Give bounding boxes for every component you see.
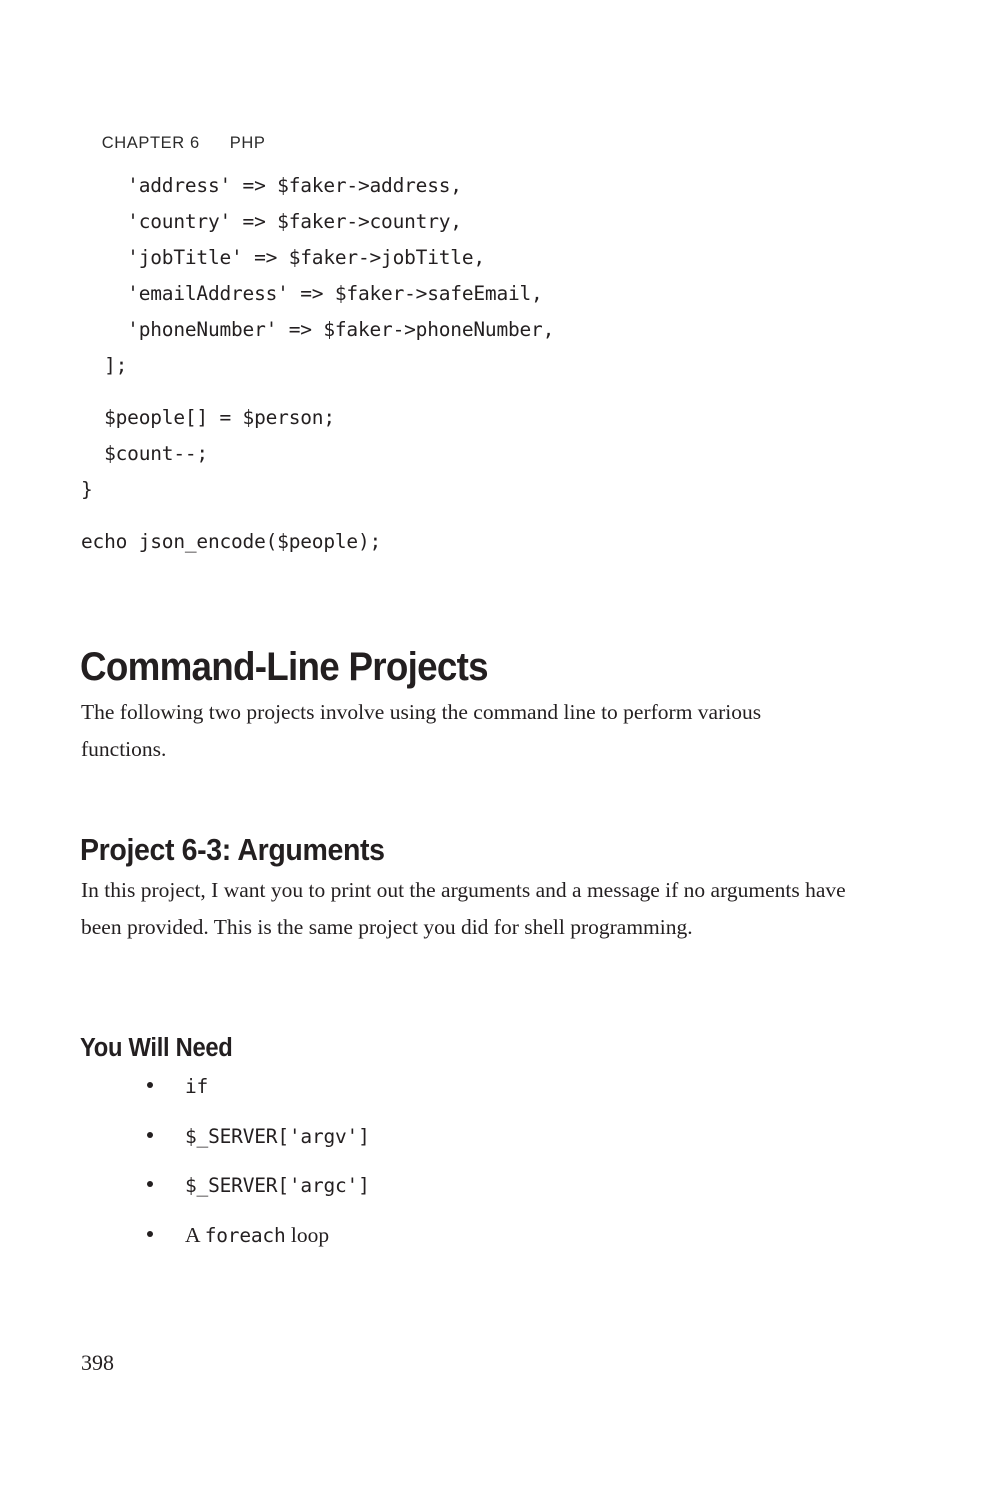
list-item: $_SERVER['argc'] [145,1169,370,1219]
code-line: 'phoneNumber' => $faker->phoneNumber, [81,318,555,341]
list-item-label: $_SERVER['argc'] [185,1169,370,1202]
section-intro-paragraph: The following two projects involve using… [81,700,762,761]
running-head: CHAPTER 6 PHP [81,118,266,168]
list-item-code: foreach [204,1223,286,1247]
code-line: 'emailAddress' => $faker->safeEmail, [81,282,543,305]
list-item: $_SERVER['argv'] [145,1120,370,1170]
bullet-icon [147,1230,153,1237]
code-line: $count--; [81,442,208,465]
list-item-prefix: A [185,1222,205,1247]
list-item-code: $_SERVER['argv'] [185,1124,370,1148]
section-heading: Command-Line Projects [80,644,489,689]
code-line: 'jobTitle' => $faker->jobTitle, [81,246,485,269]
requirements-heading: You Will Need [80,1033,233,1062]
list-item-label: A foreach loop [185,1219,329,1252]
bullet-icon [147,1082,153,1088]
list-item-code: if [185,1075,209,1098]
bullet-icon [147,1181,153,1187]
code-line: 'address' => $faker->address, [81,174,462,197]
code-line: } [81,478,93,501]
list-item-label: if [185,1070,208,1103]
running-head-chapter: CHAPTER 6 [101,133,200,152]
php-code-block: 'address' => $faker->address, 'country' … [81,168,554,560]
list-item: A foreach loop [145,1219,370,1269]
list-item-label: $_SERVER['argv'] [185,1120,370,1153]
code-line: ]; [81,354,128,377]
list-item: if [145,1070,370,1120]
code-line: $people[] = $person; [81,406,335,429]
requirements-list: if $_SERVER['argv'] $_SERVER['argc'] A fore… [145,1070,370,1268]
page-number: 398 [81,1350,114,1375]
code-line: echo json_encode($people); [81,530,382,553]
list-item-suffix: loop [285,1222,330,1247]
book-page: CHAPTER 6 PHP 'address' => $faker->addres… [0,0,989,1500]
project-description-paragraph: In this project, I want you to print out… [81,878,846,939]
running-head-title: PHP [229,133,266,152]
bullet-icon [147,1131,153,1138]
project-heading: Project 6-3: Arguments [80,831,385,867]
code-line: 'country' => $faker->country, [81,210,462,233]
list-item-code: $_SERVER['argc'] [185,1174,370,1197]
